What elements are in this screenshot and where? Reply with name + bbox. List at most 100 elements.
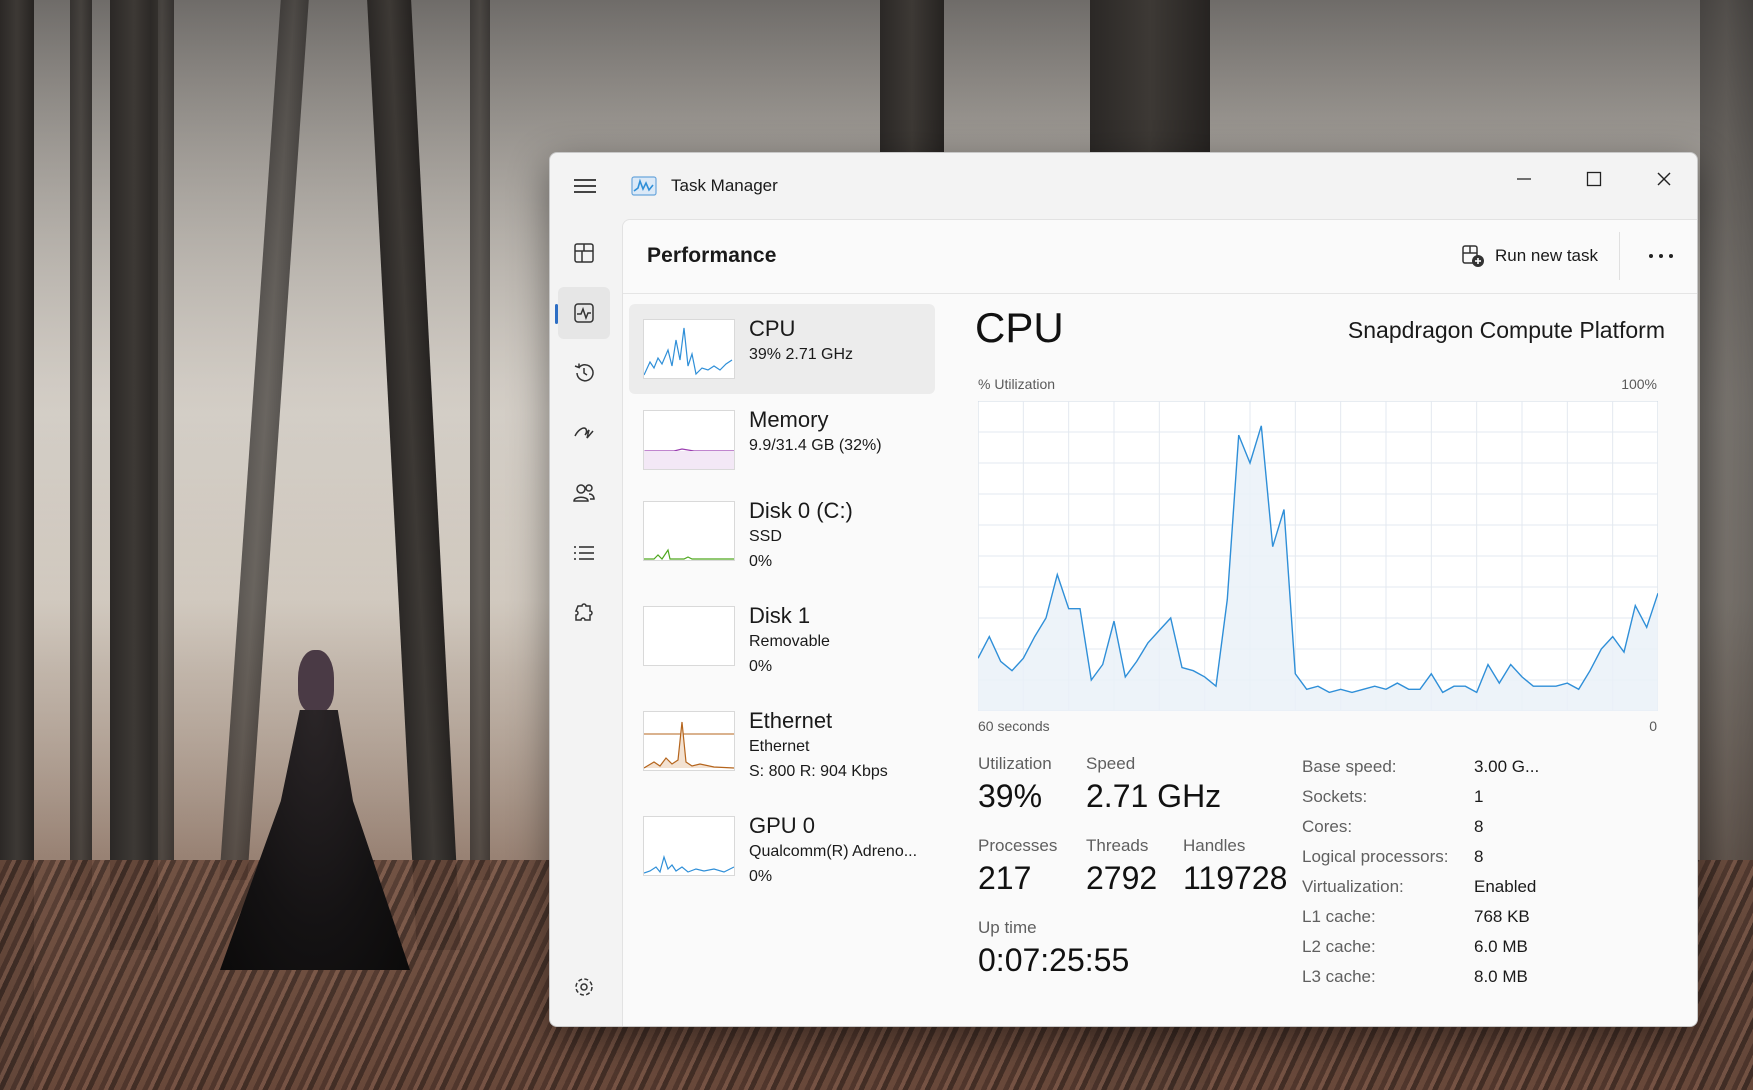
services-icon	[574, 603, 593, 621]
toolbar-divider	[1619, 232, 1620, 280]
settings-icon	[575, 978, 593, 996]
nav-users[interactable]	[558, 467, 610, 519]
spec-key: Cores:	[1302, 817, 1353, 836]
startup-apps-icon	[574, 427, 594, 439]
gpu0-thumbnail-graph	[643, 816, 735, 876]
spec-value: 3.00 G...	[1474, 757, 1540, 776]
more-options-button[interactable]	[1641, 240, 1681, 272]
disk1-thumbnail-graph	[643, 606, 735, 666]
x-right-label: 0	[1649, 718, 1657, 734]
resource-usage: 0%	[749, 658, 773, 675]
spec-key: L1 cache:	[1302, 907, 1376, 926]
woman-figure	[180, 650, 450, 970]
nav-app-history[interactable]	[558, 347, 610, 399]
task-manager-app-icon	[631, 176, 657, 196]
resource-disk-1[interactable]: Disk 1 Removable 0%	[629, 591, 935, 681]
navigation-rail	[550, 219, 622, 1026]
app-history-icon	[574, 363, 594, 382]
spec-value: 768 KB	[1474, 907, 1530, 926]
stat-value: 39%	[978, 778, 1043, 814]
page-title: Performance	[647, 244, 777, 267]
spec-key: L3 cache:	[1302, 967, 1376, 986]
resource-name: CPU	[749, 316, 796, 341]
nav-details[interactable]	[558, 527, 610, 579]
ethernet-thumbnail-graph	[643, 711, 735, 771]
nav-settings[interactable]	[558, 961, 610, 1013]
processes-icon	[574, 243, 594, 263]
command-bar: Performance Run new task	[623, 220, 1697, 294]
task-manager-window: Task Manager Performance Run new task CP…	[549, 152, 1698, 1027]
resource-cpu[interactable]: CPU 39% 2.71 GHz	[629, 304, 935, 394]
stat-value: 2.71 GHz	[1086, 778, 1222, 814]
resource-detail: SSD	[749, 528, 782, 545]
y-max-label: 100%	[1621, 376, 1657, 392]
performance-icon	[574, 303, 594, 323]
minimize-icon	[1517, 178, 1531, 180]
stat-handles: Handles 119728	[1183, 836, 1287, 897]
maximize-icon	[1586, 171, 1602, 187]
spec-key: Base speed:	[1302, 757, 1397, 776]
resource-usage: 0%	[749, 553, 773, 570]
resource-disk-0[interactable]: Disk 0 (C:) SSD 0%	[629, 486, 935, 576]
x-left-label: 60 seconds	[978, 718, 1050, 734]
resource-usage: 0%	[749, 868, 773, 885]
spec-value: 8.0 MB	[1474, 967, 1528, 986]
disk1-sparkline	[644, 607, 734, 665]
spec-value: 1	[1474, 787, 1484, 806]
spec-value: 6.0 MB	[1474, 937, 1528, 956]
stat-processes: Processes 217	[978, 836, 1057, 897]
hamburger-menu-icon[interactable]	[572, 175, 598, 197]
stat-utilization: Utilization 39%	[978, 754, 1052, 815]
resource-detail: Qualcomm(R) Adreno...	[749, 843, 918, 860]
close-button[interactable]	[1634, 159, 1694, 199]
run-new-task-label: Run new task	[1495, 246, 1598, 265]
y-axis-label: % Utilization	[978, 376, 1056, 392]
stat-label: Speed	[1086, 754, 1136, 773]
maximize-button[interactable]	[1564, 159, 1624, 199]
ethernet-sparkline	[644, 721, 734, 769]
nav-performance[interactable]	[555, 287, 610, 339]
cpu-utilization-graph	[978, 401, 1658, 711]
resource-gpu-0[interactable]: GPU 0 Qualcomm(R) Adreno... 0%	[629, 801, 935, 891]
minimize-button[interactable]	[1494, 159, 1554, 199]
stat-value: 0:07:25:55	[978, 942, 1130, 978]
more-icon	[1649, 254, 1673, 258]
title-bar[interactable]: Task Manager	[550, 153, 1697, 219]
resource-name: Disk 1	[749, 603, 811, 628]
spec-key: Virtualization:	[1302, 877, 1404, 896]
spec-key: Sockets:	[1302, 787, 1368, 806]
resource-list: CPU 39% 2.71 GHz Memory 9.9/31.4 GB (32%…	[629, 304, 935, 1024]
spec-value: Enabled	[1474, 877, 1537, 896]
resource-ethernet[interactable]: Ethernet Ethernet S: 800 R: 904 Kbps	[629, 696, 935, 786]
resource-name: Disk 0 (C:)	[749, 498, 853, 523]
stat-value: 2792	[1086, 860, 1158, 896]
resource-detail: 39% 2.71 GHz	[749, 346, 854, 363]
nav-processes[interactable]	[558, 227, 610, 279]
details-icon	[574, 546, 594, 560]
users-icon	[573, 484, 595, 502]
stat-value: 217	[978, 860, 1032, 896]
close-icon	[1657, 172, 1671, 186]
resource-usage: S: 800 R: 904 Kbps	[749, 763, 888, 780]
detail-title: CPU	[975, 304, 1064, 351]
stat-label: Handles	[1183, 836, 1246, 855]
stat-uptime: Up time 0:07:25:55	[978, 918, 1129, 979]
cpu-sparkline	[644, 327, 733, 376]
cpu-thumbnail-graph	[643, 319, 735, 379]
nav-services[interactable]	[558, 587, 610, 639]
stat-speed: Speed 2.71 GHz	[1086, 754, 1221, 815]
run-task-icon	[1462, 245, 1484, 267]
resource-detail: Removable	[749, 633, 830, 650]
resource-detail: 9.9/31.4 GB (32%)	[749, 437, 882, 454]
stat-label: Threads	[1086, 836, 1149, 855]
resource-memory[interactable]: Memory 9.9/31.4 GB (32%)	[629, 395, 935, 485]
disk0-sparkline	[644, 548, 734, 560]
nav-startup-apps[interactable]	[558, 407, 610, 459]
spec-value: 8	[1474, 817, 1484, 836]
stat-value: 119728	[1183, 860, 1288, 896]
disk0-thumbnail-graph	[643, 501, 735, 561]
stat-label: Utilization	[978, 754, 1052, 773]
run-new-task-button[interactable]: Run new task	[1453, 238, 1606, 274]
memory-sparkline	[644, 448, 734, 469]
resource-detail: Ethernet	[749, 738, 810, 755]
